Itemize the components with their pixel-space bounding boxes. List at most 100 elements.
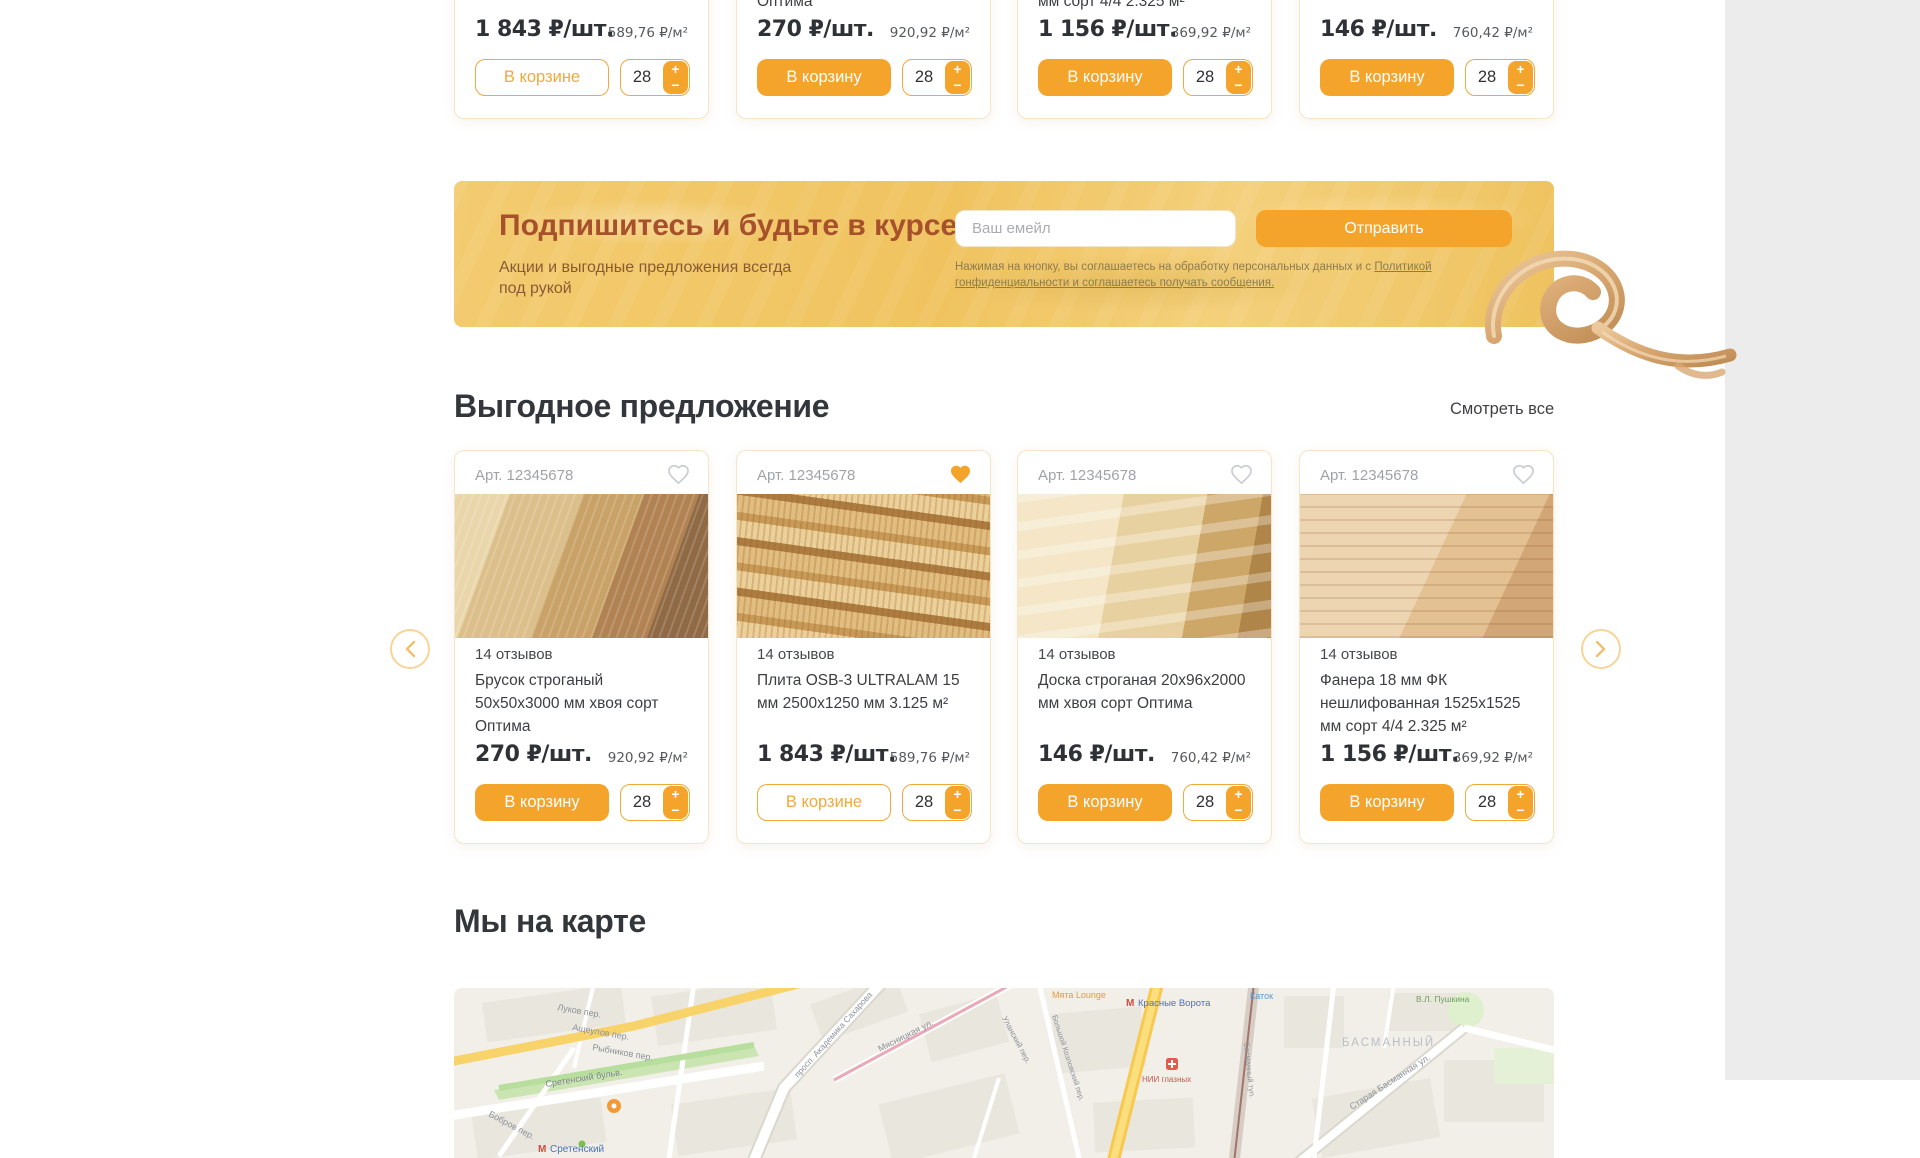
map-metro-label: Красные Ворота: [1138, 998, 1211, 1009]
quantity-stepper[interactable]: 28 + −: [902, 784, 972, 821]
plus-icon[interactable]: +: [945, 61, 970, 78]
poi-pin-icon: [607, 1099, 621, 1113]
product-price: 146 ₽/шт.: [1320, 17, 1437, 42]
minus-icon[interactable]: −: [945, 802, 970, 819]
plus-icon[interactable]: +: [1226, 786, 1251, 803]
product-card[interactable]: Брусок строганый50х50х3000 мм хвоя сортО…: [736, 0, 991, 119]
quantity-value[interactable]: 28: [1184, 785, 1226, 820]
quantity-stepper[interactable]: 28 + −: [902, 59, 972, 96]
plus-icon[interactable]: +: [945, 786, 970, 803]
add-to-cart-button[interactable]: В корзину: [1038, 784, 1172, 821]
product-name: Брусок строганый50х50х3000 мм хвоя сортО…: [757, 0, 969, 13]
product-reviews[interactable]: 14 отзывов: [757, 646, 835, 663]
product-card[interactable]: Арт. 12345678 14 отзывов Фанера 18 мм ФК…: [1299, 450, 1554, 844]
product-unit-price: 369,92 ₽/м²: [1171, 25, 1251, 41]
product-card[interactable]: Арт. 12345678 14 отзывов Брусок строганы…: [454, 450, 709, 844]
product-unit-price: 760,42 ₽/м²: [1453, 25, 1533, 41]
map[interactable]: Луков пер. Ащеулов пер. Рыбников пер. Ср…: [454, 988, 1554, 1158]
product-name[interactable]: Доска строганая 20х96х2000мм хвоя сорт О…: [1038, 669, 1250, 715]
quantity-stepper[interactable]: 28 + −: [620, 784, 690, 821]
quantity-value[interactable]: 28: [1466, 60, 1508, 95]
minus-icon[interactable]: −: [1508, 802, 1533, 819]
stepper-buttons: + −: [945, 61, 970, 94]
chevron-left-icon: [404, 640, 416, 658]
stepper-buttons: + −: [1508, 61, 1533, 94]
product-reviews[interactable]: 14 отзывов: [475, 646, 553, 663]
desktop-background: [1725, 0, 1920, 1080]
quantity-value[interactable]: 28: [621, 785, 663, 820]
product-price: 146 ₽/шт.: [1038, 742, 1155, 767]
quantity-value[interactable]: 28: [903, 60, 945, 95]
minus-icon[interactable]: −: [1226, 77, 1251, 94]
plus-icon[interactable]: +: [663, 61, 688, 78]
heart-icon[interactable]: [1512, 464, 1535, 485]
map-metro-label: Сретенский: [550, 1144, 604, 1155]
minus-icon[interactable]: −: [1226, 802, 1251, 819]
plus-icon[interactable]: +: [1508, 786, 1533, 803]
product-unit-price: 589,76 ₽/м²: [890, 750, 970, 766]
carousel-prev-button[interactable]: [390, 629, 430, 669]
stepper-buttons: + −: [663, 786, 688, 819]
product-card[interactable]: Плита OSB-3 ULTRALAM 15мм 2500х1250 мм 3…: [454, 0, 709, 119]
subscribe-subtitle: Акции и выгодные предложения всегда под …: [499, 257, 799, 299]
plus-icon[interactable]: +: [1226, 61, 1251, 78]
quantity-value[interactable]: 28: [903, 785, 945, 820]
heart-icon[interactable]: [1230, 464, 1253, 485]
add-to-cart-button[interactable]: В корзину: [1320, 59, 1454, 96]
subscribe-disclaimer: Нажимая на кнопку, вы соглашаетесь на об…: [955, 260, 1500, 291]
add-to-cart-button[interactable]: В корзину: [757, 59, 891, 96]
product-price: 1 843 ₽/шт.: [757, 742, 896, 767]
product-name[interactable]: Брусок строганый50х50х3000 мм хвоя сортО…: [475, 669, 687, 738]
quantity-value[interactable]: 28: [621, 60, 663, 95]
product-price: 270 ₽/шт.: [757, 17, 874, 42]
quantity-stepper[interactable]: 28 + −: [1183, 59, 1253, 96]
subscribe-submit-button[interactable]: Отправить: [1256, 210, 1512, 247]
minus-icon[interactable]: −: [663, 802, 688, 819]
quantity-value[interactable]: 28: [1184, 60, 1226, 95]
product-name[interactable]: Плита OSB-3 ULTRALAM 15мм 2500х1250 мм 3…: [757, 669, 969, 715]
plus-icon[interactable]: +: [663, 786, 688, 803]
minus-icon[interactable]: −: [1508, 77, 1533, 94]
product-image[interactable]: [455, 494, 708, 638]
metro-icon: М: [538, 1144, 546, 1155]
add-to-cart-button[interactable]: В корзину: [1320, 784, 1454, 821]
product-image[interactable]: [1300, 494, 1553, 638]
carousel-next-button[interactable]: [1581, 629, 1621, 669]
product-card[interactable]: Арт. 12345678 14 отзывов Доска строганая…: [1017, 450, 1272, 844]
quantity-stepper[interactable]: 28 + −: [620, 59, 690, 96]
minus-icon[interactable]: −: [663, 77, 688, 94]
stepper-buttons: + −: [945, 786, 970, 819]
product-article: Арт. 12345678: [1038, 467, 1136, 484]
in-cart-button[interactable]: В корзине: [475, 59, 609, 96]
product-reviews[interactable]: 14 отзывов: [1038, 646, 1116, 663]
see-all-link[interactable]: Смотреть все: [1450, 400, 1554, 419]
map-title: Мы на карте: [454, 903, 646, 940]
quantity-stepper[interactable]: 28 + −: [1465, 59, 1535, 96]
add-to-cart-button[interactable]: В корзину: [1038, 59, 1172, 96]
product-image[interactable]: [737, 494, 990, 638]
in-cart-button[interactable]: В корзине: [757, 784, 891, 821]
product-card[interactable]: Арт. 12345678 14 отзывов Плита OSB-3 ULT…: [736, 450, 991, 844]
email-input[interactable]: [955, 210, 1236, 247]
quantity-value[interactable]: 28: [1466, 785, 1508, 820]
stepper-buttons: + −: [1508, 786, 1533, 819]
heart-icon-active[interactable]: [949, 464, 972, 485]
subscribe-banner: Подпишитесь и будьте в курсе Акции и выг…: [454, 181, 1554, 327]
add-to-cart-button[interactable]: В корзину: [475, 784, 609, 821]
map-poi-label: В.Л. Пушкина: [1416, 994, 1470, 1004]
subscribe-title: Подпишитесь и будьте в курсе: [499, 209, 957, 243]
minus-icon[interactable]: −: [945, 77, 970, 94]
product-image[interactable]: [1018, 494, 1271, 638]
product-card[interactable]: Доска строганая 20х96х2000мм хвоя сорт О…: [1299, 0, 1554, 119]
quantity-stepper[interactable]: 28 + −: [1465, 784, 1535, 821]
product-reviews[interactable]: 14 отзывов: [1320, 646, 1398, 663]
quantity-stepper[interactable]: 28 + −: [1183, 784, 1253, 821]
heart-icon[interactable]: [667, 464, 690, 485]
product-article: Арт. 12345678: [757, 467, 855, 484]
product-card[interactable]: Фанера 18 мм ФКнешлифованная 1525х1525мм…: [1017, 0, 1272, 119]
product-name[interactable]: Фанера 18 мм ФКнешлифованная 1525х1525мм…: [1320, 669, 1532, 738]
plus-icon[interactable]: +: [1508, 61, 1533, 78]
stepper-buttons: + −: [663, 61, 688, 94]
map-district-label: БАСМАННЫЙ: [1342, 1036, 1435, 1049]
stepper-buttons: + −: [1226, 61, 1251, 94]
